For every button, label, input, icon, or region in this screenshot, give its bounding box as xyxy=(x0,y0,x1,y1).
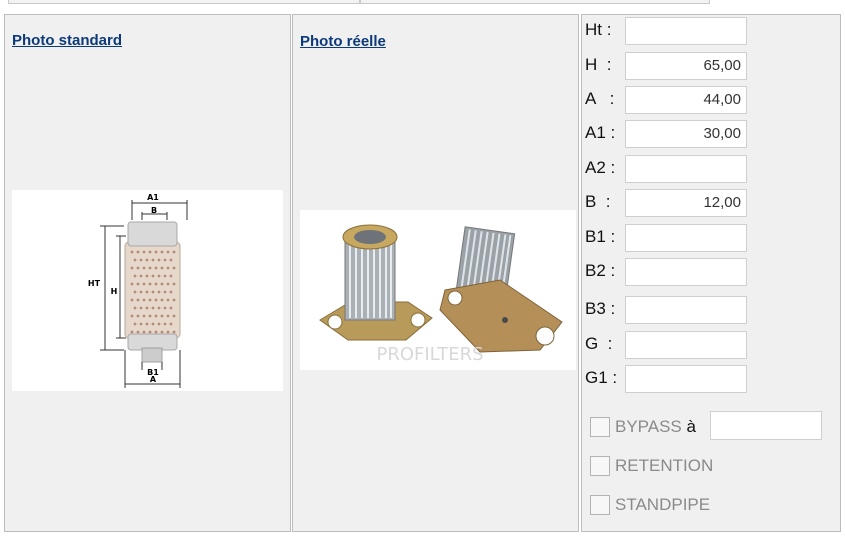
h-field[interactable]: 65,00 xyxy=(625,52,747,80)
retention-checkbox[interactable] xyxy=(590,456,610,476)
real-photo-panel: Photo réelle PROFILTERS xyxy=(292,14,579,532)
dim-label-h: H xyxy=(111,287,118,296)
bypass-checkbox[interactable] xyxy=(590,417,610,437)
dim-row-g: G : xyxy=(585,331,750,359)
dim-label: A1 : xyxy=(585,123,616,142)
standpipe-label: STANDPIPE xyxy=(615,495,711,514)
watermark-text: PROFILTERS xyxy=(376,344,483,365)
bypass-suffix: à xyxy=(681,417,696,436)
b2-field[interactable] xyxy=(625,258,747,286)
a2-field[interactable] xyxy=(625,155,747,183)
g1-field[interactable] xyxy=(625,365,747,393)
standard-photo-link[interactable]: Photo standard xyxy=(12,32,122,49)
real-photo-image: PROFILTERS xyxy=(300,210,576,370)
top-tab-right[interactable] xyxy=(360,0,710,4)
dim-label: B : xyxy=(585,192,611,211)
dim-label-a: A xyxy=(150,375,157,384)
dim-label: B2 : xyxy=(585,261,616,280)
retention-label: RETENTION xyxy=(615,456,714,475)
dim-label: G : xyxy=(585,334,613,353)
dim-row-a2: A2 : xyxy=(585,155,750,183)
top-tab-left[interactable] xyxy=(8,0,360,4)
ht-field[interactable] xyxy=(625,17,747,45)
dim-label: A2 : xyxy=(585,158,616,177)
real-photo-link[interactable]: Photo réelle xyxy=(300,33,386,50)
dim-row-b1: B1 : xyxy=(585,224,750,252)
b-field[interactable]: 12,00 xyxy=(625,189,747,217)
dim-label: A : xyxy=(585,89,615,108)
dim-row-ht: Ht : xyxy=(585,17,750,45)
dim-label: G1 : xyxy=(585,368,618,387)
dim-row-a: A : 44,00 xyxy=(585,86,750,114)
a-field[interactable]: 44,00 xyxy=(625,86,747,114)
dim-label: B3 : xyxy=(585,299,616,318)
top-tab-strip xyxy=(0,0,845,6)
b1-field[interactable] xyxy=(625,224,747,252)
dim-row-a1: A1 : 30,00 xyxy=(585,120,750,148)
a1-field[interactable]: 30,00 xyxy=(625,120,747,148)
g-field[interactable] xyxy=(625,331,747,359)
b3-field[interactable] xyxy=(625,296,747,324)
standard-photo-panel: Photo standard A1 B HT H B1 A xyxy=(4,14,291,532)
dim-label-ht: HT xyxy=(88,279,101,288)
dim-row-g1: G1 : xyxy=(585,365,750,393)
dim-label: H : xyxy=(585,55,612,74)
dim-row-h: H : 65,00 xyxy=(585,52,750,80)
bypass-label: BYPASS xyxy=(615,417,682,436)
dim-row-b: B : 12,00 xyxy=(585,189,750,217)
standpipe-checkbox[interactable] xyxy=(590,495,610,515)
dim-row-b3: B3 : xyxy=(585,296,750,324)
dim-label: Ht : xyxy=(585,20,612,39)
filter-photo: PROFILTERS xyxy=(319,224,563,365)
dim-label-b: B xyxy=(151,206,157,215)
dim-row-b2: B2 : xyxy=(585,258,750,286)
dim-label: B1 : xyxy=(585,227,616,246)
bypass-value-field[interactable] xyxy=(710,411,822,440)
dim-label-a1: A1 xyxy=(147,193,159,202)
filter-dimension-diagram: A1 B HT H B1 A xyxy=(88,193,188,388)
standard-photo-image: A1 B HT H B1 A xyxy=(12,190,283,391)
